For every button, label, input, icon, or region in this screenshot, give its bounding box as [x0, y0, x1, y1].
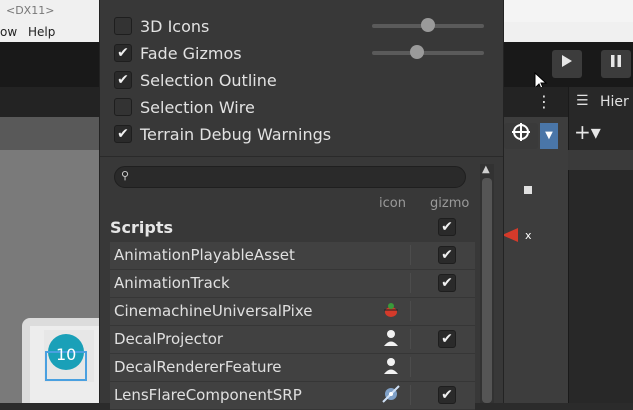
scene-view-dark-region: [502, 117, 568, 403]
toggle-checkbox[interactable]: ✔: [114, 44, 132, 62]
person-icon[interactable]: [380, 329, 402, 349]
list-item[interactable]: CinemachineUniversalPixe: [110, 298, 475, 326]
menubar-right: [502, 22, 633, 42]
add-object-button[interactable]: +▾: [574, 120, 601, 144]
globe-icon: [512, 123, 530, 141]
script-name: AnimationTrack: [114, 274, 230, 292]
pause-icon: [611, 55, 621, 67]
toggle-label: Selection Wire: [140, 97, 255, 117]
scene-sign-icon: 10: [44, 330, 94, 382]
search-icon: ⚲: [121, 169, 130, 182]
gizmos-panel: 3D Icons ✔ Fade Gizmos ✔ Selection Outline Se…: [99, 0, 504, 410]
script-name: DecalProjector: [114, 330, 224, 348]
toggle-label: Selection Outline: [140, 70, 277, 90]
lens-flare-icon[interactable]: [380, 385, 402, 405]
list-item[interactable]: AnimationTrack ✔: [110, 270, 475, 298]
column-divider: [410, 245, 411, 265]
scroll-thumb[interactable]: [482, 178, 492, 403]
svg-text:10: 10: [56, 345, 76, 364]
search-input[interactable]: ⚲: [114, 166, 466, 188]
toggle-label: Fade Gizmos: [140, 43, 242, 63]
play-button[interactable]: [552, 50, 582, 78]
gizmo-checkbox[interactable]: ✔: [438, 274, 456, 292]
list-item[interactable]: DecalRendererFeature: [110, 354, 475, 382]
toggle-label: 3D Icons: [140, 16, 210, 36]
menubar: ow Help: [0, 22, 110, 42]
toggle-row[interactable]: ✔ Fade Gizmos: [114, 41, 242, 65]
script-name: DecalRendererFeature: [114, 358, 282, 376]
size-slider[interactable]: [372, 45, 484, 59]
column-divider: [410, 329, 411, 349]
gizmo-checkbox[interactable]: ✔: [438, 386, 456, 404]
toggle-checkbox[interactable]: ✔: [114, 71, 132, 89]
list-icon: ☰: [576, 93, 589, 109]
chevron-down-icon: ▼: [545, 130, 553, 141]
column-divider: [410, 273, 411, 293]
slider-knob[interactable]: [421, 18, 435, 32]
axis-x-label: x: [525, 229, 532, 242]
toggle-checkbox[interactable]: [114, 17, 132, 35]
script-list: AnimationPlayableAsset ✔ AnimationTrack ✔ Ci…: [110, 242, 475, 410]
axis-cone-icon: [502, 228, 518, 242]
more-options-icon[interactable]: ⋮: [536, 92, 552, 111]
scrollbar[interactable]: ▲: [480, 164, 494, 403]
toggle-row[interactable]: Selection Wire: [114, 95, 255, 119]
pause-button[interactable]: [601, 50, 631, 78]
window-title: <DX11>: [6, 4, 55, 17]
script-name: LensFlareComponentSRP: [114, 386, 302, 404]
column-divider: [410, 385, 411, 405]
hierarchy-header-bar: [568, 150, 633, 170]
toggle-row[interactable]: 3D Icons: [114, 14, 209, 38]
window-titlebar: <DX11>: [0, 0, 110, 22]
toggle-row[interactable]: ✔ Terrain Debug Warnings: [114, 122, 331, 146]
section-title-scripts: Scripts: [110, 218, 174, 237]
separator: [100, 156, 503, 157]
hierarchy-tab-label: Hier: [600, 94, 629, 110]
toggle-row[interactable]: ✔ Selection Outline: [114, 68, 277, 92]
column-header-icon: icon: [379, 196, 406, 211]
toggle-label: Terrain Debug Warnings: [140, 124, 332, 144]
size-slider[interactable]: [372, 18, 484, 32]
list-item[interactable]: AnimationPlayableAsset ✔: [110, 242, 475, 270]
toggle-checkbox[interactable]: [114, 98, 132, 116]
slider-knob[interactable]: [409, 45, 424, 59]
play-icon: [562, 55, 572, 67]
scroll-up-icon[interactable]: ▲: [482, 164, 490, 175]
column-header-gizmo: gizmo: [430, 196, 470, 211]
gizmo-checkbox[interactable]: ✔: [438, 330, 456, 348]
column-divider: [410, 357, 411, 377]
axis-y-marker: [524, 186, 532, 194]
person-icon[interactable]: [380, 357, 402, 377]
gizmo-dropdown-button[interactable]: ▼: [540, 123, 558, 149]
script-name: AnimationPlayableAsset: [114, 246, 295, 264]
gizmo-toggle-button[interactable]: [504, 123, 538, 149]
menu-help[interactable]: Help: [28, 25, 55, 39]
bug-icon[interactable]: [380, 301, 402, 321]
script-name: CinemachineUniversalPixe: [114, 302, 313, 320]
titlebar-right: [502, 0, 633, 22]
column-divider: [410, 301, 411, 321]
scripts-gizmo-checkbox[interactable]: ✔: [438, 218, 456, 236]
gizmo-checkbox[interactable]: ✔: [438, 246, 456, 264]
list-item[interactable]: LensFlareComponentSRP ✔: [110, 382, 475, 410]
list-item[interactable]: DecalProjector ✔: [110, 326, 475, 354]
hierarchy-tab[interactable]: ☰ Hier: [568, 92, 633, 114]
toggle-checkbox[interactable]: ✔: [114, 125, 132, 143]
menu-window[interactable]: ow: [0, 25, 17, 39]
